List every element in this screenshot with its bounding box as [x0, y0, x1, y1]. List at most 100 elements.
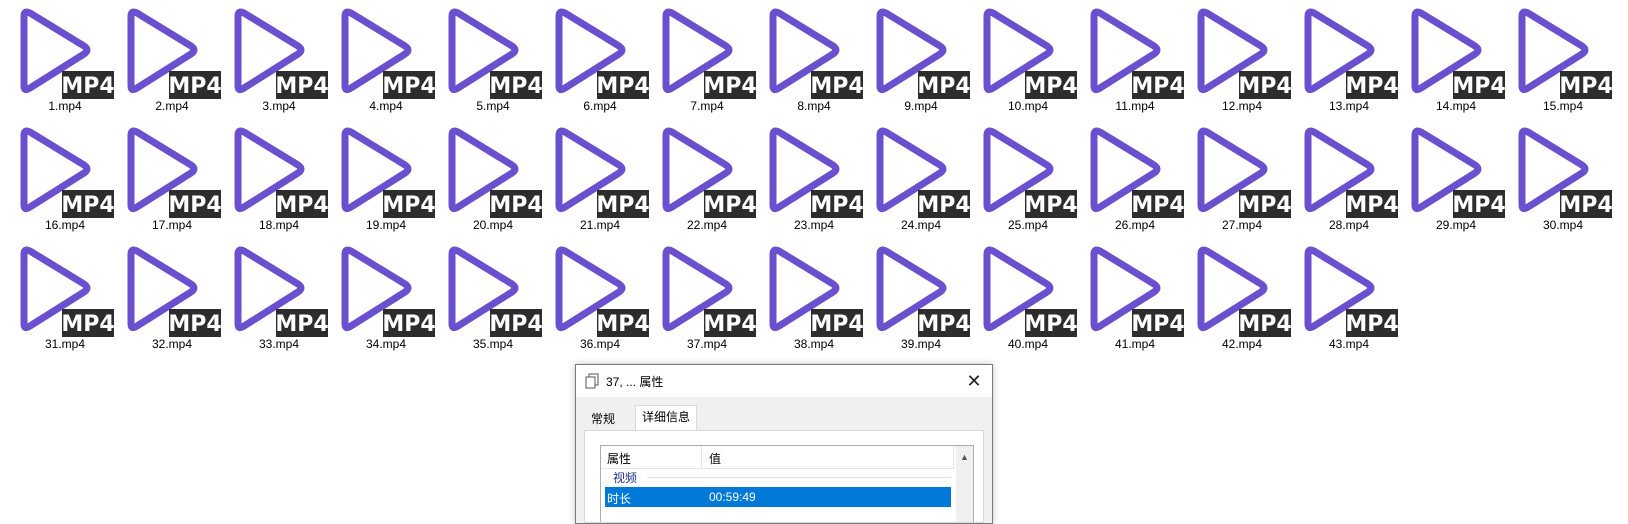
list-header: 属性 值: [601, 446, 955, 469]
file-item[interactable]: MP4 34.mp4: [321, 238, 436, 356]
file-icon-grid: MP4 1.mp4 MP4 2.mp4 MP4 3.mp4 MP4 4.mp4 MP4 5.mp4…: [0, 0, 1628, 360]
column-header-value[interactable]: 值: [709, 450, 721, 467]
file-item[interactable]: MP4 16.mp4: [0, 119, 115, 237]
mp4-play-icon: MP4: [20, 127, 115, 218]
file-item[interactable]: MP4 2.mp4: [107, 0, 222, 118]
file-item[interactable]: MP4 35.mp4: [428, 238, 543, 356]
mp4-play-icon: MP4: [983, 246, 1078, 337]
dialog-title: 37, ... 属性: [606, 375, 664, 389]
file-item[interactable]: MP4 33.mp4: [214, 238, 329, 356]
mp4-play-icon: MP4: [341, 246, 436, 337]
mp4-badge-label: MP4: [1345, 312, 1398, 337]
tab-details[interactable]: 详细信息: [635, 405, 698, 431]
mp4-play-icon: MP4: [1304, 8, 1399, 99]
mp4-play-icon: MP4: [662, 246, 757, 337]
mp4-play-icon: MP4: [1304, 127, 1399, 218]
file-item[interactable]: MP4 42.mp4: [1177, 238, 1292, 356]
mp4-play-icon: MP4: [448, 246, 543, 337]
mp4-play-icon: MP4: [769, 246, 864, 337]
group-video: 视频: [613, 471, 638, 485]
mp4-play-icon: MP4: [1518, 8, 1613, 99]
file-item[interactable]: MP4 5.mp4: [428, 0, 543, 118]
column-header-property[interactable]: 属性: [607, 450, 631, 467]
mp4-play-icon: MP4: [234, 8, 329, 99]
file-item[interactable]: MP4 43.mp4: [1284, 238, 1399, 356]
mp4-play-icon: MP4: [341, 127, 436, 218]
file-name: 43.mp4: [1328, 337, 1370, 351]
file-item[interactable]: MP4 18.mp4: [214, 119, 329, 237]
file-item[interactable]: MP4 8.mp4: [749, 0, 864, 118]
mp4-play-icon: MP4: [662, 8, 757, 99]
file-item[interactable]: MP4 28.mp4: [1284, 119, 1399, 237]
column-divider[interactable]: [701, 446, 702, 468]
file-item[interactable]: MP4 12.mp4: [1177, 0, 1292, 118]
mp4-play-icon: MP4: [127, 246, 222, 337]
file-item[interactable]: MP4 20.mp4: [428, 119, 543, 237]
mp4-play-icon: MP4: [1304, 246, 1399, 337]
mp4-play-icon: MP4: [20, 8, 115, 99]
file-item[interactable]: MP4 26.mp4: [1070, 119, 1185, 237]
file-item[interactable]: MP4 21.mp4: [535, 119, 650, 237]
dialog-body: 常规 详细信息 属性 值 ▲ 视频 时长 00:59:49: [576, 397, 992, 523]
mp4-play-icon: MP4: [876, 246, 971, 337]
file-item[interactable]: MP4 19.mp4: [321, 119, 436, 237]
file-item[interactable]: MP4 25.mp4: [963, 119, 1078, 237]
mp4-play-icon: MP4: [1090, 246, 1185, 337]
properties-dialog: 37, ... 属性 ✕ 常规 详细信息 属性 值 ▲ 视频 时长 00:59:…: [575, 364, 993, 524]
file-item[interactable]: MP4 32.mp4: [107, 238, 222, 356]
file-item[interactable]: MP4 24.mp4: [856, 119, 971, 237]
file-item[interactable]: MP4 14.mp4: [1391, 0, 1506, 118]
mp4-play-icon: MP4: [983, 127, 1078, 218]
group-divider: [647, 477, 951, 478]
row-property: 时长: [607, 492, 632, 506]
file-item[interactable]: MP4 10.mp4: [963, 0, 1078, 118]
file-item[interactable]: MP4 39.mp4: [856, 238, 971, 356]
mp4-play-icon: MP4: [876, 127, 971, 218]
details-panel: 属性 值 ▲ 视频 时长 00:59:49: [584, 430, 984, 523]
mp4-play-icon: MP4: [1197, 246, 1292, 337]
mp4-play-icon: MP4: [234, 246, 329, 337]
mp4-play-icon: MP4: [876, 8, 971, 99]
mp4-play-icon: MP4: [1090, 127, 1185, 218]
file-item[interactable]: MP4 29.mp4: [1391, 119, 1506, 237]
file-item[interactable]: MP4 23.mp4: [749, 119, 864, 237]
file-item[interactable]: MP4 22.mp4: [642, 119, 757, 237]
mp4-play-icon: MP4: [769, 127, 864, 218]
file-item[interactable]: MP4 7.mp4: [642, 0, 757, 118]
mp4-play-icon: MP4: [1090, 8, 1185, 99]
list-row-duration[interactable]: 时长 00:59:49: [605, 487, 951, 507]
mp4-play-icon: MP4: [448, 8, 543, 99]
scroll-up-icon[interactable]: ▲: [956, 446, 973, 468]
row-value: 00:59:49: [709, 490, 756, 504]
file-item[interactable]: MP4 38.mp4: [749, 238, 864, 356]
property-list[interactable]: 属性 值 ▲ 视频 时长 00:59:49: [600, 445, 974, 522]
file-item[interactable]: MP4 13.mp4: [1284, 0, 1399, 118]
file-item[interactable]: MP4 3.mp4: [214, 0, 329, 118]
close-icon[interactable]: ✕: [962, 369, 986, 393]
file-item[interactable]: MP4 11.mp4: [1070, 0, 1185, 118]
mp4-play-icon: MP4: [127, 8, 222, 99]
file-item[interactable]: MP4 30.mp4: [1498, 119, 1613, 237]
file-item[interactable]: MP4 41.mp4: [1070, 238, 1185, 356]
file-item[interactable]: MP4 6.mp4: [535, 0, 650, 118]
mp4-play-icon: MP4: [555, 8, 650, 99]
file-item[interactable]: MP4 9.mp4: [856, 0, 971, 118]
file-name: 30.mp4: [1542, 218, 1584, 232]
dialog-titlebar[interactable]: 37, ... 属性 ✕: [576, 365, 992, 397]
mp4-play-icon: MP4: [20, 246, 115, 337]
file-item[interactable]: MP4 36.mp4: [535, 238, 650, 356]
file-item[interactable]: MP4 37.mp4: [642, 238, 757, 356]
mp4-badge-label: MP4: [1559, 193, 1612, 218]
scrollbar-track[interactable]: [956, 468, 973, 522]
mp4-play-icon: MP4: [769, 8, 864, 99]
mp4-play-icon: MP4: [1197, 8, 1292, 99]
file-item[interactable]: MP4 17.mp4: [107, 119, 222, 237]
file-item[interactable]: MP4 4.mp4: [321, 0, 436, 118]
file-item[interactable]: MP4 15.mp4: [1498, 0, 1613, 118]
file-item[interactable]: MP4 27.mp4: [1177, 119, 1292, 237]
column-divider[interactable]: [953, 446, 954, 468]
tab-general[interactable]: 常规: [585, 409, 621, 429]
file-item[interactable]: MP4 40.mp4: [963, 238, 1078, 356]
file-item[interactable]: MP4 31.mp4: [0, 238, 115, 356]
file-item[interactable]: MP4 1.mp4: [0, 0, 115, 118]
